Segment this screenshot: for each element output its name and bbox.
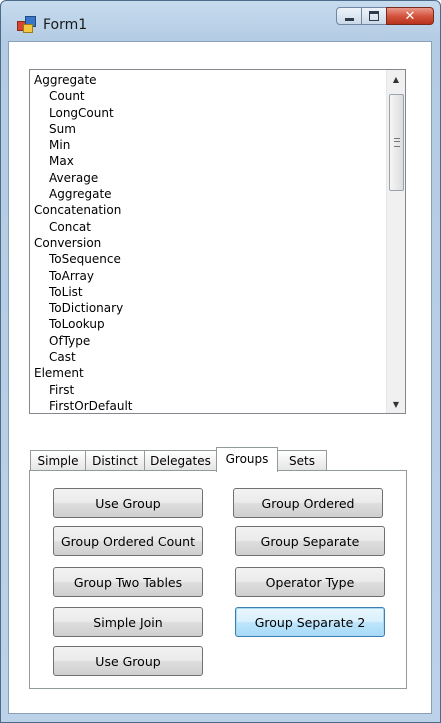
list-item[interactable]: ToArray (34, 268, 383, 284)
list-item[interactable]: LongCount (34, 105, 383, 121)
tab-sets[interactable]: Sets (277, 450, 327, 470)
scroll-down-arrow-icon[interactable]: ▼ (387, 395, 405, 413)
listbox-scrollbar[interactable]: ▲ ▼ (386, 70, 405, 413)
list-item[interactable]: ToLookup (34, 316, 383, 332)
list-item[interactable]: Count (34, 88, 383, 104)
group-ordered-button[interactable]: Group Ordered (233, 488, 383, 518)
list-item[interactable]: OfType (34, 333, 383, 349)
list-item[interactable]: Min (34, 137, 383, 153)
tab-simple[interactable]: Simple (30, 450, 86, 470)
use-group-button[interactable]: Use Group (53, 488, 203, 518)
list-item[interactable]: Sum (34, 121, 383, 137)
group-ordered-count-button[interactable]: Group Ordered Count (53, 526, 203, 556)
scroll-thumb[interactable] (389, 94, 404, 191)
list-item[interactable]: ToDictionary (34, 300, 383, 316)
group-two-tables-button[interactable]: Group Two Tables (53, 567, 203, 597)
listbox-items: Aggregate Count LongCount Sum Min Max Average A… (34, 72, 383, 413)
tab-distinct[interactable]: Distinct (85, 450, 145, 470)
form-window: Form1 ✕ Aggregate Count LongCount Sum Min Max… (0, 0, 441, 723)
operator-type-button[interactable]: Operator Type (235, 567, 385, 597)
list-item[interactable]: Conversion (34, 235, 383, 251)
list-item[interactable]: ToList (34, 284, 383, 300)
close-button[interactable]: ✕ (386, 7, 434, 25)
groups-tab-panel: Use Group Group Ordered Group Ordered Co… (29, 470, 407, 689)
list-item[interactable]: Aggregate (34, 186, 383, 202)
group-separate-button[interactable]: Group Separate (235, 526, 385, 556)
window-title: Form1 (43, 17, 88, 33)
caption-buttons: ✕ (336, 7, 434, 29)
list-item[interactable]: Max (34, 153, 383, 169)
scroll-up-arrow-icon[interactable]: ▲ (387, 70, 405, 88)
list-item[interactable]: FirstOrDefault (34, 398, 383, 413)
list-item[interactable]: Concatenation (34, 202, 383, 218)
list-item[interactable]: First (34, 382, 383, 398)
maximize-button[interactable] (361, 7, 387, 25)
list-item[interactable]: ToSequence (34, 251, 383, 267)
use-group-2-button[interactable]: Use Group (53, 646, 203, 676)
title-bar[interactable]: Form1 ✕ (1, 1, 440, 41)
form-app-icon[interactable] (17, 16, 36, 33)
client-area: Aggregate Count LongCount Sum Min Max Average A… (8, 41, 432, 714)
simple-join-button[interactable]: Simple Join (53, 607, 203, 637)
tab-delegates[interactable]: Delegates (144, 450, 217, 470)
minimize-button[interactable] (336, 7, 362, 25)
list-item[interactable]: Average (34, 170, 383, 186)
tab-groups[interactable]: Groups (216, 447, 278, 472)
list-item[interactable]: Aggregate (34, 72, 383, 88)
close-icon: ✕ (404, 8, 416, 24)
list-item[interactable]: Element (34, 365, 383, 381)
grip-icon (393, 138, 400, 147)
operators-listbox[interactable]: Aggregate Count LongCount Sum Min Max Average A… (29, 69, 406, 414)
list-item[interactable]: Concat (34, 219, 383, 235)
list-item[interactable]: Cast (34, 349, 383, 365)
group-separate-2-button[interactable]: Group Separate 2 (235, 607, 385, 637)
